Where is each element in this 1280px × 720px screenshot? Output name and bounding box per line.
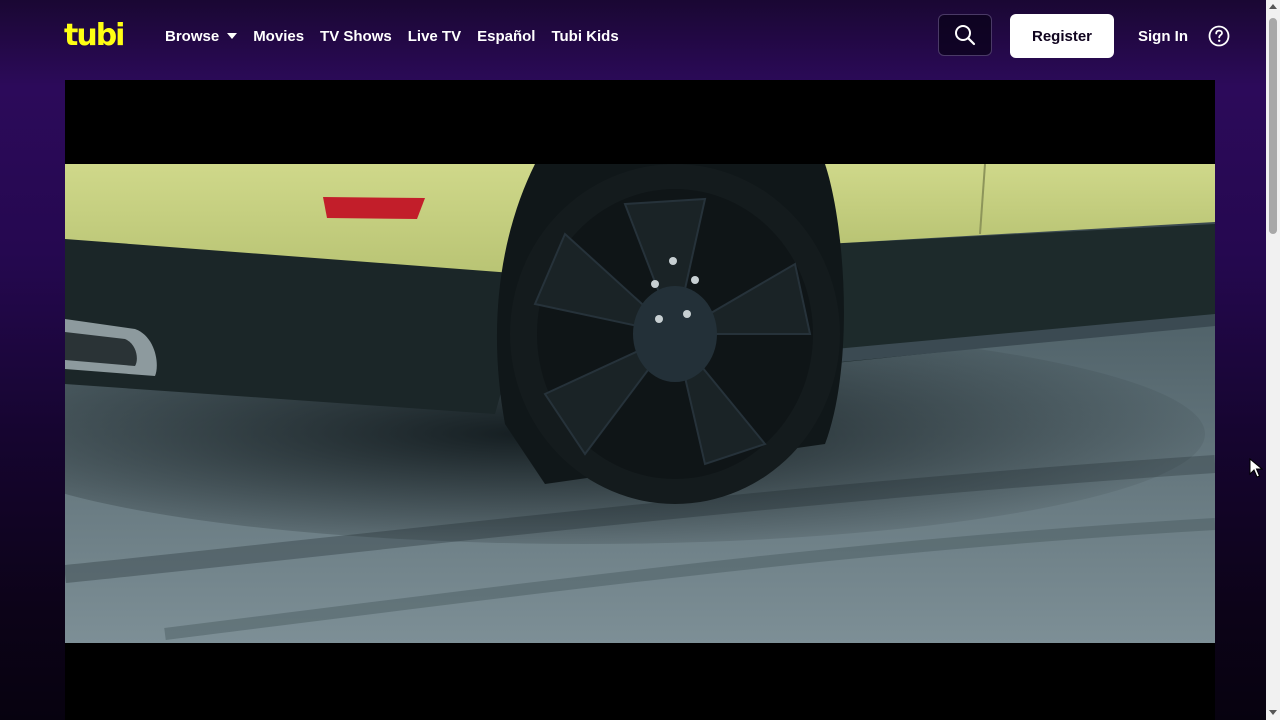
tubi-logo[interactable]: tubi — [64, 18, 125, 53]
top-nav-bar: tubi Browse Movies TV Shows Live TV Espa… — [0, 0, 1266, 72]
nav-tv-shows[interactable]: TV Shows — [320, 28, 392, 45]
nav-movies[interactable]: Movies — [253, 28, 304, 45]
nav-browse[interactable]: Browse — [165, 27, 238, 45]
search-button[interactable] — [938, 14, 992, 56]
nav-espanol[interactable]: Español — [477, 28, 535, 45]
nav-browse-label: Browse — [165, 27, 220, 45]
page-scrollbar[interactable] — [1266, 0, 1280, 720]
mouse-cursor-icon — [1249, 458, 1263, 478]
scroll-up-arrow-icon[interactable] — [1269, 4, 1277, 9]
video-frame — [65, 164, 1215, 643]
search-icon — [955, 25, 976, 46]
logo-text: tubi — [64, 18, 125, 53]
main-nav: Browse Movies TV Shows Live TV Español T… — [165, 0, 619, 72]
chevron-down-icon — [227, 33, 238, 39]
scrollbar-thumb[interactable] — [1269, 18, 1277, 234]
nav-live-tv[interactable]: Live TV — [408, 28, 461, 45]
help-circle-icon[interactable] — [1208, 25, 1230, 47]
register-button[interactable]: Register — [1010, 14, 1114, 58]
nav-tubi-kids[interactable]: Tubi Kids — [551, 28, 618, 45]
page: tubi Browse Movies TV Shows Live TV Espa… — [0, 0, 1266, 720]
video-player[interactable] — [65, 80, 1215, 720]
sign-in-link[interactable]: Sign In — [1138, 0, 1188, 72]
scroll-down-arrow-icon[interactable] — [1269, 710, 1277, 715]
video-still-image — [65, 164, 1215, 643]
